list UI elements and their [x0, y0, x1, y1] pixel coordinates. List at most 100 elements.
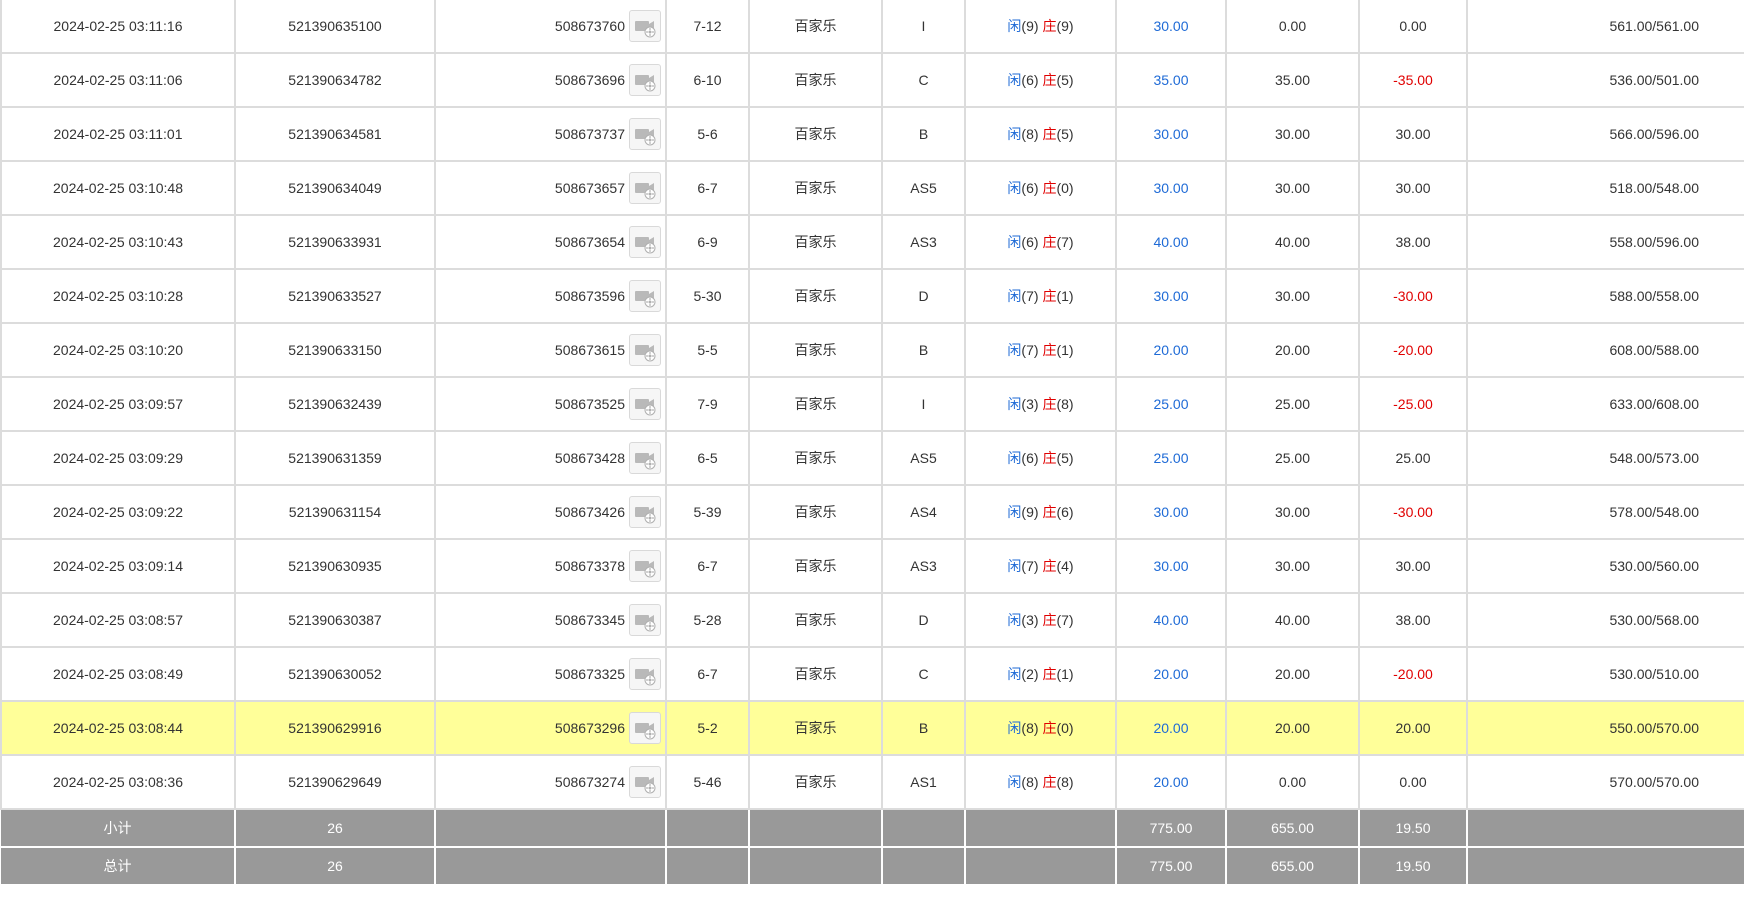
bet-id-cell: 521390630052	[234, 647, 436, 702]
result-cell: 闲(7) 庄(1)	[964, 323, 1117, 378]
table-row: 2024-02-25 03:09:14 521390630935 5086733…	[0, 539, 1744, 594]
video-replay-icon[interactable]	[629, 118, 661, 150]
video-replay-icon[interactable]	[629, 712, 661, 744]
win-loss-cell: 0.00	[1358, 755, 1468, 810]
bet-amount-cell: 20.00	[1115, 701, 1227, 756]
round: 5-30	[693, 288, 722, 304]
valid-bet: 30.00	[1274, 126, 1311, 142]
bet-id: 521390631154	[288, 504, 382, 520]
player-score: (7)	[1021, 558, 1039, 574]
video-replay-icon[interactable]	[629, 334, 661, 366]
balance: 530.00/560.00	[1609, 558, 1699, 574]
banker-score: (5)	[1056, 72, 1074, 88]
player-score: (9)	[1021, 18, 1039, 34]
round-cell: 6-7	[665, 161, 750, 216]
win-loss-cell: -25.00	[1358, 377, 1468, 432]
banker-score: (5)	[1056, 450, 1074, 466]
banker-score: (0)	[1056, 720, 1074, 736]
bet-id: 521390632439	[288, 396, 382, 412]
table-name: AS3	[910, 558, 937, 574]
video-replay-icon[interactable]	[629, 172, 661, 204]
bet-id: 521390630935	[288, 558, 382, 574]
banker-label: 庄	[1042, 612, 1057, 628]
player-label: 闲	[1007, 774, 1022, 790]
video-replay-icon[interactable]	[629, 604, 661, 636]
table-name: I	[921, 396, 926, 412]
bet-time-cell: 2024-02-25 03:10:43	[0, 215, 236, 270]
valid-bet: 0.00	[1278, 774, 1307, 790]
video-replay-icon[interactable]	[629, 766, 661, 798]
video-replay-icon[interactable]	[629, 10, 661, 42]
balance: 530.00/568.00	[1609, 612, 1699, 628]
table-name: AS3	[910, 234, 937, 250]
player-score: (7)	[1021, 288, 1039, 304]
table-name-cell: I	[881, 377, 966, 432]
player-score: (8)	[1021, 720, 1039, 736]
player-label: 闲	[1007, 396, 1022, 412]
game-id-cell: 508673426	[434, 485, 667, 540]
player-label: 闲	[1007, 288, 1022, 304]
video-replay-icon[interactable]	[629, 226, 661, 258]
game-name-cell: 百家乐	[748, 323, 883, 378]
bet-time-cell: 2024-02-25 03:10:20	[0, 323, 236, 378]
valid-bet-cell: 30.00	[1225, 107, 1360, 162]
balance: 566.00/596.00	[1609, 126, 1699, 142]
video-replay-icon[interactable]	[629, 442, 661, 474]
bet-time-cell: 2024-02-25 03:10:28	[0, 269, 236, 324]
bet-amount: 40.00	[1153, 612, 1189, 628]
game-id-cell: 508673654	[434, 215, 667, 270]
result-cell: 闲(8) 庄(0)	[964, 701, 1117, 756]
video-replay-icon[interactable]	[629, 496, 661, 528]
bet-time: 2024-02-25 03:10:20	[53, 342, 183, 358]
table-name-cell: B	[881, 323, 966, 378]
win-loss: 30.00	[1395, 180, 1431, 196]
banker-label: 庄	[1042, 72, 1057, 88]
player-label: 闲	[1007, 558, 1022, 574]
game-id-cell: 508673696	[434, 53, 667, 108]
win-loss-cell: 20.00	[1358, 701, 1468, 756]
video-replay-icon[interactable]	[629, 388, 661, 420]
bet-id: 521390633527	[288, 288, 382, 304]
bet-amount-cell: 20.00	[1115, 647, 1227, 702]
game-name: 百家乐	[794, 72, 837, 88]
summary-empty-cell	[435, 809, 667, 848]
bet-id-cell: 521390631359	[234, 431, 436, 486]
result-cell: 闲(7) 庄(1)	[964, 269, 1117, 324]
game-id-cell: 508673296	[434, 701, 667, 756]
banker-score: (0)	[1056, 180, 1074, 196]
video-replay-icon[interactable]	[629, 280, 661, 312]
balance: 588.00/558.00	[1609, 288, 1699, 304]
game-name-cell: 百家乐	[748, 485, 883, 540]
player-label: 闲	[1007, 18, 1022, 34]
balance-cell: 536.00/501.00	[1466, 53, 1744, 108]
banker-label: 庄	[1042, 342, 1057, 358]
bet-amount-cell: 30.00	[1115, 0, 1227, 54]
video-replay-icon[interactable]	[629, 658, 661, 690]
valid-bet-cell: 40.00	[1225, 593, 1360, 648]
bet-id-cell: 521390632439	[234, 377, 436, 432]
game-id: 508673615	[554, 342, 625, 358]
game-id-cell: 508673345	[434, 593, 667, 648]
table-row: 2024-02-25 03:09:57 521390632439 5086735…	[0, 377, 1744, 432]
result-cell: 闲(8) 庄(8)	[964, 755, 1117, 810]
table-row: 2024-02-25 03:11:01 521390634581 5086737…	[0, 107, 1744, 162]
banker-score: (4)	[1056, 558, 1074, 574]
game-name-cell: 百家乐	[748, 755, 883, 810]
bet-time-cell: 2024-02-25 03:09:14	[0, 539, 236, 594]
player-label: 闲	[1007, 234, 1022, 250]
game-id: 508673426	[554, 504, 625, 520]
player-score: (6)	[1021, 450, 1039, 466]
valid-bet: 30.00	[1274, 558, 1311, 574]
banker-score: (7)	[1056, 612, 1074, 628]
bet-time: 2024-02-25 03:11:06	[53, 72, 183, 88]
summary-valid-bet-cell: 655.00	[1226, 809, 1360, 848]
bet-time-cell: 2024-02-25 03:10:48	[0, 161, 236, 216]
valid-bet: 30.00	[1274, 504, 1311, 520]
video-replay-icon[interactable]	[629, 550, 661, 582]
summary-empty-cell	[965, 847, 1117, 886]
video-replay-icon[interactable]	[629, 64, 661, 96]
balance: 536.00/501.00	[1609, 72, 1699, 88]
game-name: 百家乐	[794, 450, 837, 466]
table-name: C	[918, 666, 929, 682]
table-name: AS4	[910, 504, 937, 520]
